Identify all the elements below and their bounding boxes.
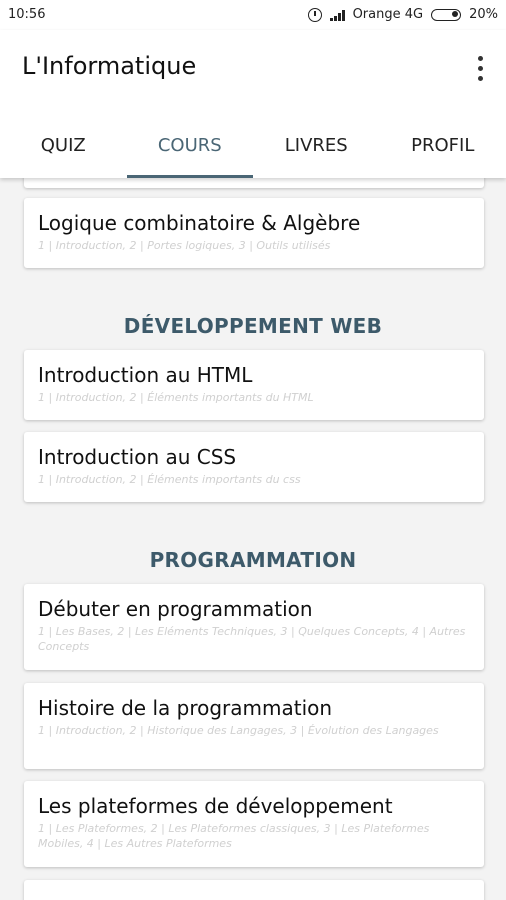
course-title: Histoire de la programmation xyxy=(38,696,333,720)
tab-quiz[interactable]: QUIZ xyxy=(0,112,127,178)
course-card-partial[interactable] xyxy=(24,178,484,188)
status-right: Orange 4G 20% xyxy=(308,7,498,22)
status-time: 10:56 xyxy=(8,7,46,22)
course-title: Introduction au CSS xyxy=(38,445,237,469)
app-title: L'Informatique xyxy=(22,52,197,80)
course-card[interactable]: Logique combinatoire & Algèbre 1 | Intro… xyxy=(24,198,484,268)
tab-bar: QUIZ COURS LIVRES PROFIL xyxy=(0,112,506,178)
alarm-icon xyxy=(308,7,323,22)
course-card-partial[interactable] xyxy=(24,880,484,900)
section-title-web: DÉVELOPPEMENT WEB xyxy=(123,314,383,338)
course-card[interactable]: Introduction au HTML 1 | Introduction, 2… xyxy=(24,350,484,420)
more-options-icon[interactable] xyxy=(476,56,484,81)
course-title: Logique combinatoire & Algèbre xyxy=(38,211,361,235)
carrier-label: Orange 4G xyxy=(352,7,424,22)
status-bar: 10:56 Orange 4G 20% xyxy=(0,0,506,30)
course-title: Introduction au HTML xyxy=(38,363,253,387)
course-subtitle: 1 | Introduction, 2 | Éléments important… xyxy=(38,473,301,486)
section-title-programming: PROGRAMMATION xyxy=(149,548,357,572)
course-card[interactable]: Histoire de la programmation 1 | Introdu… xyxy=(24,683,484,769)
course-title: Débuter en programmation xyxy=(38,597,313,621)
signal-icon xyxy=(330,9,345,21)
course-subtitle: 1 | Les Bases, 2 | Les Eléments Techniqu… xyxy=(38,625,466,653)
course-card[interactable]: Les plateformes de développement 1 | Les… xyxy=(24,781,484,867)
battery-percent: 20% xyxy=(469,7,498,22)
course-subtitle: 1 | Introduction, 2 | Historique des Lan… xyxy=(38,724,439,737)
tab-livres[interactable]: LIVRES xyxy=(253,112,380,178)
tab-cours[interactable]: COURS xyxy=(126,112,254,178)
course-subtitle: 1 | Introduction, 2 | Portes logiques, 3… xyxy=(38,239,331,252)
course-card[interactable]: Débuter en programmation 1 | Les Bases, … xyxy=(24,584,484,670)
course-subtitle: 1 | Les Plateformes, 2 | Les Plateformes… xyxy=(38,822,430,850)
course-card[interactable]: Introduction au CSS 1 | Introduction, 2 … xyxy=(24,432,484,502)
course-title: Les plateformes de développement xyxy=(38,794,393,818)
app-bar: L'Informatique QUIZ COURS LIVRES PROFIL xyxy=(0,30,506,178)
tab-profil[interactable]: PROFIL xyxy=(380,112,506,178)
course-list[interactable]: Logique combinatoire & Algèbre 1 | Intro… xyxy=(0,178,506,900)
course-subtitle: 1 | Introduction, 2 | Éléments important… xyxy=(38,391,314,404)
battery-icon xyxy=(431,8,462,21)
